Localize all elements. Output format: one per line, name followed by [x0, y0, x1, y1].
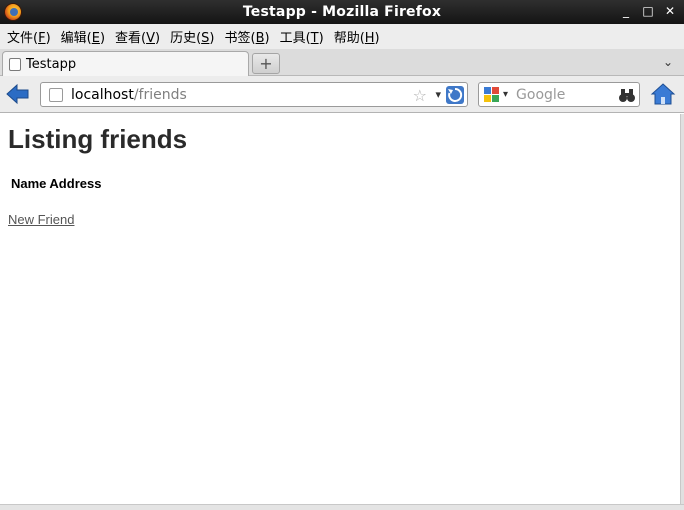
reload-icon[interactable] [445, 85, 465, 105]
home-button[interactable] [650, 82, 676, 106]
menu-history[interactable]: 历史(S) [165, 27, 219, 46]
menu-help[interactable]: 帮助(H) [329, 27, 385, 46]
back-button[interactable] [6, 83, 30, 105]
home-icon [650, 83, 676, 105]
tab-label: Testapp [26, 56, 77, 72]
column-name: Name [11, 176, 47, 191]
search-input[interactable] [516, 86, 612, 103]
search-bar: ▾ [478, 82, 640, 107]
new-friend-link[interactable]: New Friend [8, 212, 74, 227]
url-history-dropdown[interactable]: ▾ [435, 88, 441, 101]
binoculars-icon[interactable] [617, 85, 637, 105]
site-identity-icon [49, 87, 63, 102]
column-address: Address [49, 176, 102, 191]
search-engine-dropdown[interactable]: ▾ [503, 89, 508, 100]
tab-testapp[interactable]: Testapp [2, 51, 249, 76]
friends-table: Name Address [8, 173, 104, 194]
menu-file[interactable]: 文件(F) [2, 27, 56, 46]
page-title: Listing friends [8, 124, 188, 154]
menu-bookmarks[interactable]: 书签(B) [220, 27, 275, 46]
new-tab-button[interactable]: + [252, 53, 280, 74]
plus-icon: + [259, 54, 273, 73]
firefox-icon [4, 3, 22, 21]
bookmark-star-icon[interactable]: ☆ [413, 86, 427, 105]
minimize-button[interactable]: _ [618, 3, 634, 19]
tab-list-button[interactable]: ⌄ [660, 53, 676, 71]
back-arrow-icon [6, 83, 29, 105]
menu-bar: 文件(F) 编辑(E) 查看(V) 历史(S) 书签(B) 工具(T) 帮助(H… [0, 24, 684, 49]
page-content: Listing friends Name Address New Friend [0, 114, 680, 504]
window-controls: _ □ ✕ [618, 3, 678, 19]
url-path: /friends [133, 86, 187, 103]
menu-view[interactable]: 查看(V) [110, 27, 165, 46]
window-right-edge [680, 114, 684, 510]
maximize-button[interactable]: □ [640, 3, 656, 19]
window-title: Testapp - Mozilla Firefox [242, 4, 442, 20]
url-bar[interactable]: localhost/friends ☆ ▾ [40, 82, 468, 107]
google-icon[interactable] [483, 86, 501, 104]
navigation-toolbar: localhost/friends ☆ ▾ ▾ [0, 76, 684, 113]
menu-tools[interactable]: 工具(T) [275, 27, 329, 46]
window-titlebar[interactable]: Testapp - Mozilla Firefox _ □ ✕ [0, 0, 684, 24]
window-bottom-edge [0, 504, 684, 510]
tab-bar: Testapp + ⌄ [0, 49, 684, 76]
page-icon [9, 57, 21, 71]
menu-edit[interactable]: 编辑(E) [56, 27, 110, 46]
close-button[interactable]: ✕ [662, 3, 678, 19]
table-header-row: Name Address [11, 176, 101, 191]
url-host: localhost [71, 86, 134, 103]
